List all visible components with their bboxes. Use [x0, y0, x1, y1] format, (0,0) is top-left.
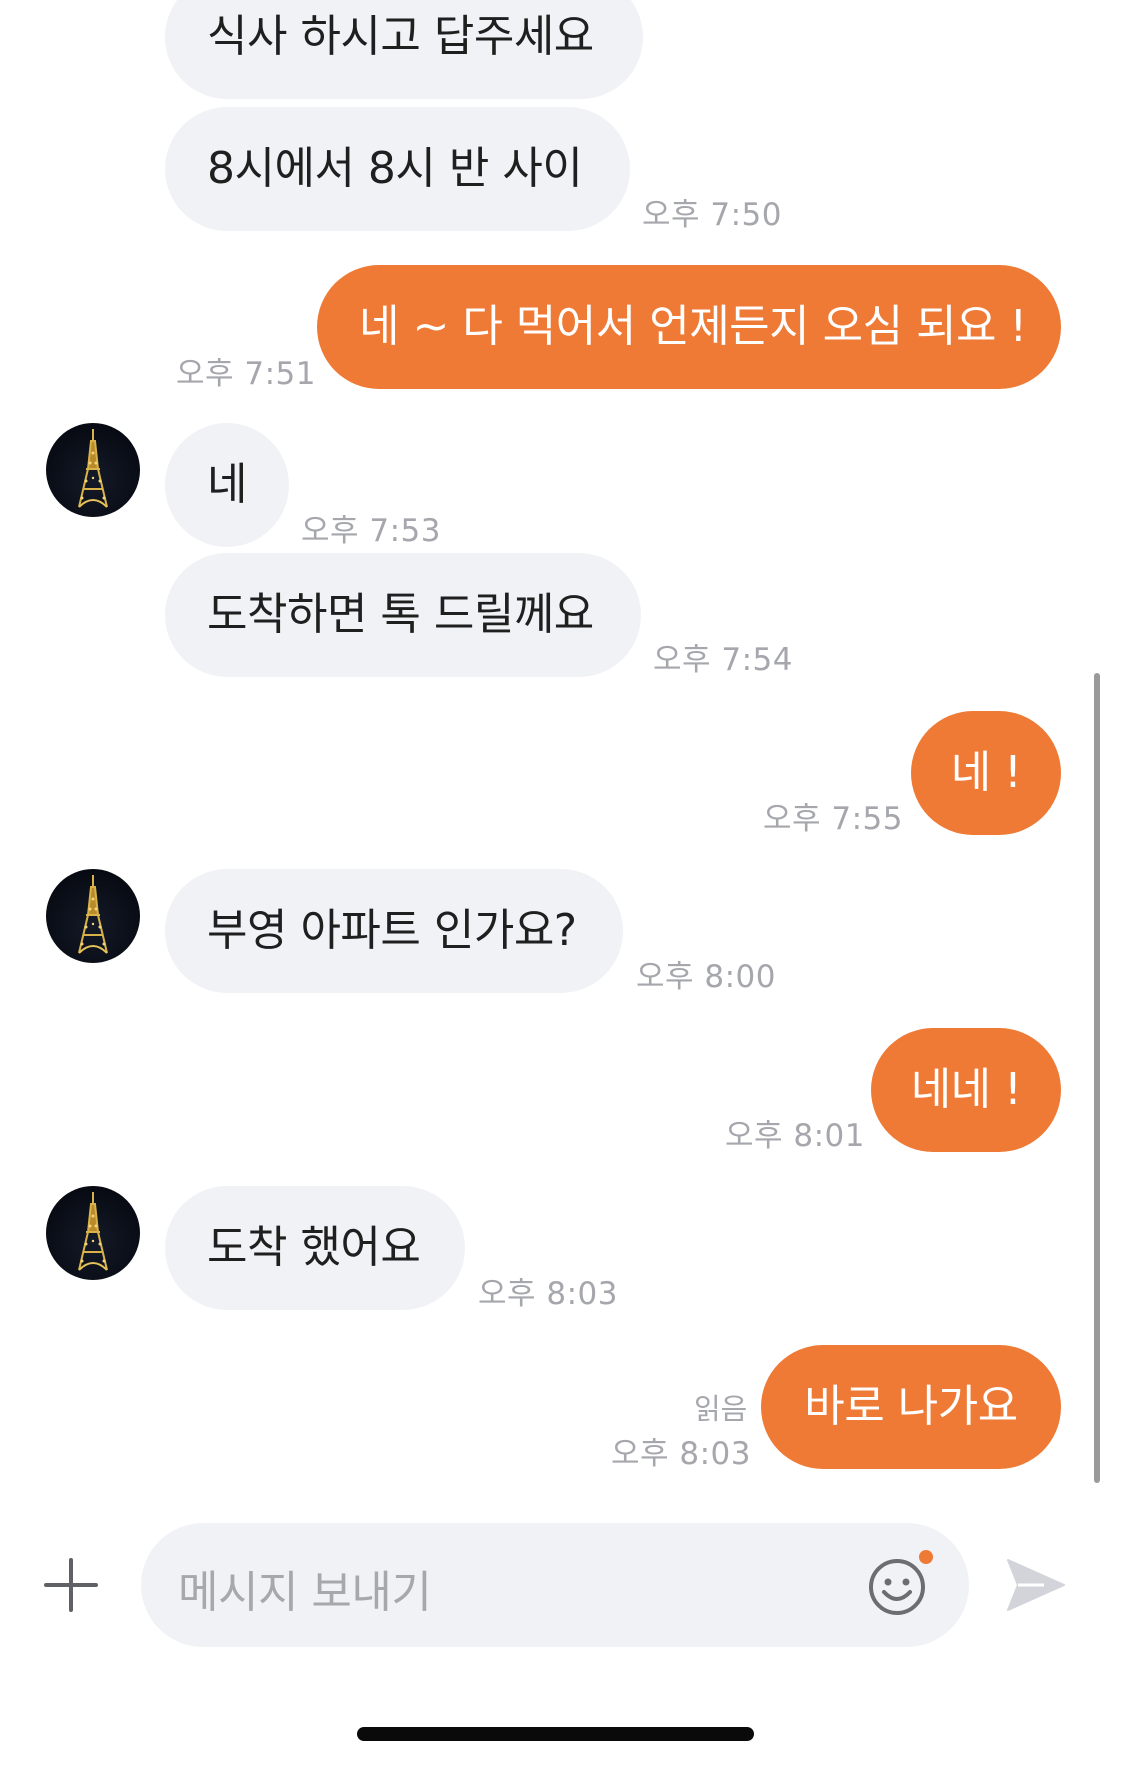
contact-avatar[interactable] [46, 1186, 140, 1280]
emoji-notification-dot [919, 1550, 933, 1564]
message-timestamp: 오후 7:51 [176, 356, 317, 392]
send-icon[interactable] [1004, 1554, 1068, 1616]
plus-icon[interactable] [40, 1554, 102, 1616]
message-timestamp: 오후 7:55 [763, 801, 904, 837]
contact-avatar[interactable] [46, 423, 140, 517]
incoming-message-bubble[interactable]: 8시에서 8시 반 사이 [165, 107, 630, 231]
eiffel-tower-icon [78, 1192, 108, 1271]
message-timestamp: 오후 8:03 [611, 1436, 752, 1472]
read-receipt: 읽음 [694, 1392, 748, 1426]
message-text: 네 ! [950, 747, 1022, 798]
message-text: 네 [207, 459, 247, 510]
message-text: 도착하면 톡 드릴께요 [207, 589, 594, 640]
message-timestamp: 오후 7:54 [653, 642, 794, 678]
message-timestamp: 오후 7:53 [301, 513, 442, 549]
emoji-icon[interactable] [866, 1556, 928, 1618]
incoming-message-bubble[interactable]: 도착 했어요 [165, 1186, 465, 1310]
message-timestamp: 오후 7:50 [642, 197, 783, 233]
message-input-placeholder: 메시지 보내기 [178, 1567, 432, 1618]
outgoing-message-bubble[interactable]: 네 ~ 다 먹어서 언제든지 오심 되요 ! [317, 265, 1061, 389]
incoming-message-bubble[interactable]: 식사 하시고 답주세요 [165, 0, 643, 99]
incoming-message-bubble[interactable]: 부영 아파트 인가요? [165, 869, 623, 993]
message-text: 네네 ! [910, 1064, 1022, 1115]
incoming-message-bubble[interactable]: 네 [165, 423, 289, 547]
outgoing-message-bubble[interactable]: 바로 나가요 [761, 1345, 1061, 1469]
message-text: 8시에서 8시 반 사이 [207, 143, 583, 194]
contact-avatar[interactable] [46, 869, 140, 963]
message-text: 네 ~ 다 먹어서 언제든지 오심 되요 ! [359, 301, 1027, 352]
outgoing-message-bubble[interactable]: 네 ! [911, 711, 1061, 835]
message-timestamp: 오후 8:03 [478, 1276, 619, 1312]
eiffel-tower-icon [78, 429, 108, 508]
scrollbar[interactable] [1094, 673, 1100, 1483]
message-text: 바로 나가요 [804, 1381, 1018, 1432]
outgoing-message-bubble[interactable]: 네네 ! [871, 1028, 1061, 1152]
message-timestamp: 오후 8:00 [636, 959, 777, 995]
eiffel-tower-icon [78, 875, 108, 954]
message-text: 부영 아파트 인가요? [207, 905, 577, 956]
message-text: 도착 했어요 [207, 1222, 421, 1273]
home-indicator [357, 1727, 754, 1741]
message-text: 식사 하시고 답주세요 [207, 11, 594, 62]
message-timestamp: 오후 8:01 [725, 1118, 866, 1154]
incoming-message-bubble[interactable]: 도착하면 톡 드릴께요 [165, 553, 641, 677]
